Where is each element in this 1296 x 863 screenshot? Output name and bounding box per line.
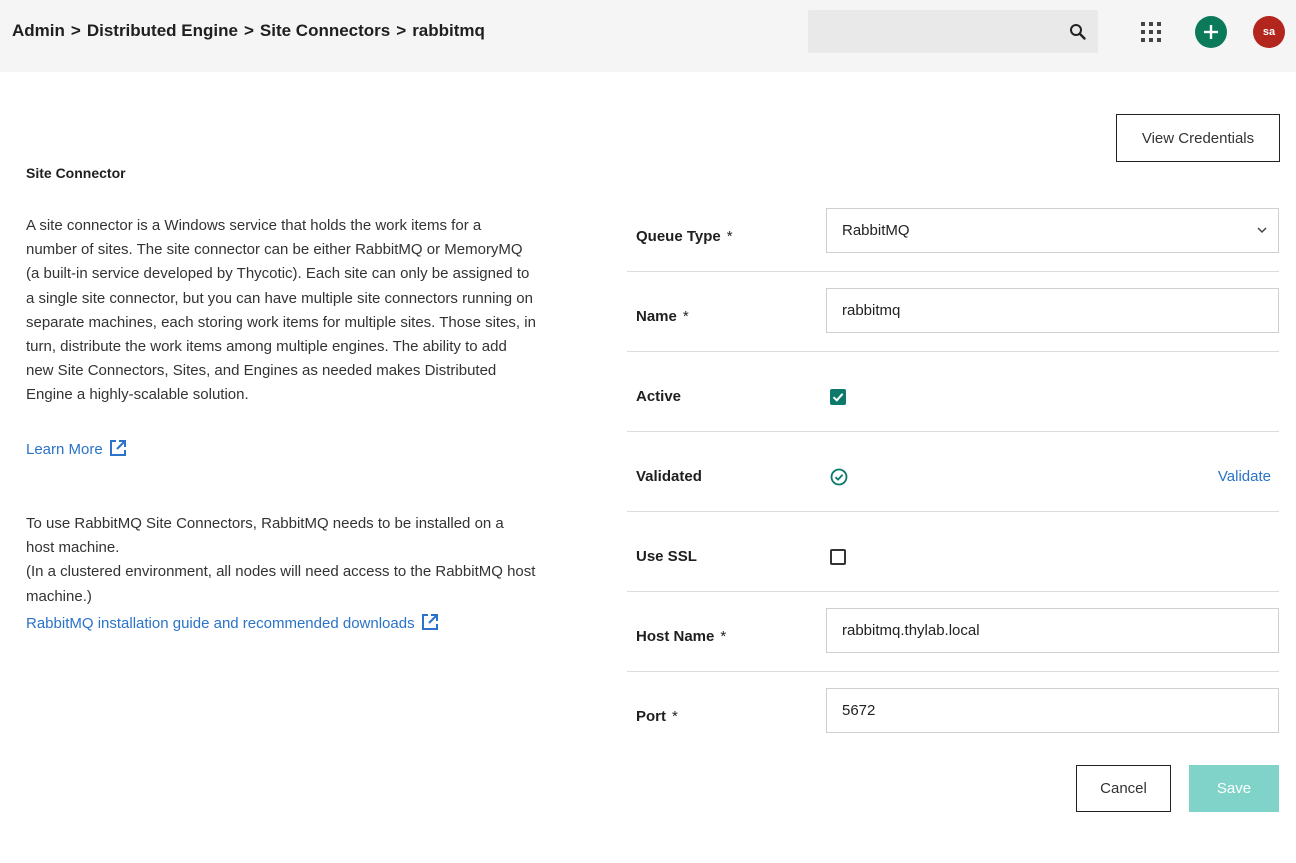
- breadcrumb-admin[interactable]: Admin: [12, 21, 65, 40]
- plus-icon: [1204, 25, 1218, 39]
- breadcrumb-separator: >: [243, 21, 254, 40]
- active-checkbox[interactable]: [830, 389, 846, 405]
- cluster-note-text: (In a clustered environment, all nodes w…: [26, 563, 536, 605]
- learn-more-link[interactable]: Learn More: [26, 439, 127, 458]
- view-credentials-button[interactable]: View Credentials: [1116, 114, 1280, 162]
- search-input[interactable]: [808, 10, 1058, 53]
- rabbitmq-note: To use RabbitMQ Site Connectors, RabbitM…: [26, 512, 536, 609]
- port-input[interactable]: [826, 688, 1279, 733]
- external-link-icon: [421, 614, 438, 630]
- top-bar: Admin > Distributed Engine > Site Connectors…: [0, 0, 1296, 72]
- port-label: Port *: [636, 708, 678, 725]
- queue-type-select[interactable]: RabbitMQ: [826, 208, 1279, 253]
- use-ssl-checkbox[interactable]: [830, 549, 846, 565]
- validate-link[interactable]: Validate: [1218, 468, 1271, 485]
- section-title: Site Connector: [26, 165, 126, 181]
- site-connector-form: Queue Type* RabbitMQ Name* Active Valida…: [627, 192, 1279, 752]
- search-icon[interactable]: [1068, 22, 1088, 42]
- port-row: Port *: [627, 672, 1279, 752]
- name-input[interactable]: [826, 288, 1279, 333]
- chevron-down-icon: [1257, 227, 1267, 234]
- breadcrumb: Admin > Distributed Engine > Site Connectors…: [12, 21, 485, 41]
- check-circle-icon: [830, 468, 848, 486]
- avatar[interactable]: sa: [1253, 16, 1285, 48]
- breadcrumb-current: rabbitmq: [412, 21, 485, 40]
- host-name-row: Host Name *: [627, 592, 1279, 672]
- cancel-button[interactable]: Cancel: [1076, 765, 1171, 812]
- site-connector-description: A site connector is a Windows service th…: [26, 217, 536, 404]
- use-ssl-label: Use SSL: [636, 548, 697, 565]
- queue-type-label: Queue Type *: [636, 228, 733, 245]
- breadcrumb-separator: >: [396, 21, 407, 40]
- breadcrumb-distributed-engine[interactable]: Distributed Engine: [87, 21, 238, 40]
- install-guide-label: RabbitMQ installation guide and recommen…: [26, 615, 415, 632]
- name-row: Name *: [627, 272, 1279, 352]
- queue-type-row: Queue Type * RabbitMQ: [627, 192, 1279, 272]
- validated-row: Validated Validate: [627, 432, 1279, 512]
- name-label: Name *: [636, 308, 689, 325]
- rabbitmq-requirement-text: To use RabbitMQ Site Connectors, RabbitM…: [26, 515, 504, 557]
- use-ssl-row: Use SSL: [627, 512, 1279, 592]
- external-link-icon: [109, 440, 126, 456]
- queue-type-value: RabbitMQ: [842, 222, 910, 239]
- search-box: [808, 10, 1098, 53]
- active-row: Active: [627, 352, 1279, 432]
- save-button[interactable]: Save: [1189, 765, 1279, 812]
- validated-label: Validated: [636, 468, 702, 485]
- host-name-label: Host Name *: [636, 628, 727, 645]
- breadcrumb-separator: >: [70, 21, 81, 40]
- host-name-input[interactable]: [826, 608, 1279, 653]
- learn-more-label: Learn More: [26, 441, 103, 458]
- breadcrumb-site-connectors[interactable]: Site Connectors: [260, 21, 390, 40]
- install-guide-link[interactable]: RabbitMQ installation guide and recommen…: [26, 613, 439, 632]
- checkmark-icon: [832, 393, 844, 402]
- active-label: Active: [636, 388, 682, 405]
- add-button[interactable]: [1195, 16, 1227, 48]
- apps-grid-icon[interactable]: [1141, 22, 1161, 42]
